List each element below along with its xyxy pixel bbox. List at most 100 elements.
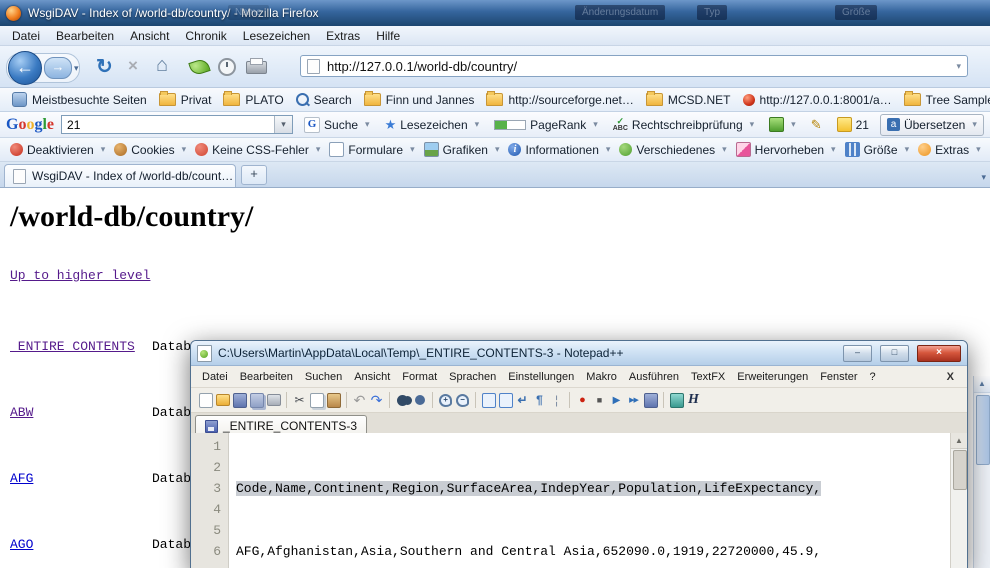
redo-icon[interactable]: ↷ <box>368 392 385 408</box>
webdev-quelltext[interactable]: Quellte <box>986 142 990 157</box>
stop-button[interactable]: × <box>128 56 138 76</box>
page-scrollbar[interactable]: ▲ <box>973 376 990 568</box>
list-tabs-icon[interactable]: ▾ <box>981 172 986 183</box>
clock-icon[interactable] <box>218 58 236 76</box>
bookmark-plato[interactable]: PLATO <box>217 91 289 109</box>
google-search-dropdown-icon[interactable]: ▾ <box>274 116 292 133</box>
menu-bearbeiten[interactable]: Bearbeiten <box>48 29 122 43</box>
word-wrap-icon[interactable]: ↵ <box>514 392 531 408</box>
highlight-counter[interactable]: 21 <box>833 116 873 133</box>
webdev-formulare[interactable]: Formulare <box>325 142 418 157</box>
save-macro-icon[interactable] <box>642 392 659 408</box>
google-bookmarks-button[interactable]: ★Lesezeichen <box>381 116 484 134</box>
np-menu-sprachen[interactable]: Sprachen <box>443 371 502 383</box>
bookmark-privat[interactable]: Privat <box>153 91 218 109</box>
notepad-scrollbar[interactable]: ▲ <box>950 433 967 568</box>
home-button[interactable]: ⌂ <box>156 54 168 77</box>
back-button[interactable]: ← <box>8 51 42 85</box>
print-icon[interactable] <box>265 392 282 408</box>
up-to-higher-level-link[interactable]: Up to higher level <box>10 268 150 283</box>
scroll-up-icon[interactable]: ▲ <box>974 376 990 393</box>
webdev-css[interactable]: Keine CSS-Fehler <box>191 143 324 157</box>
reload-button[interactable]: ↻ <box>96 54 113 79</box>
np-menu-makro[interactable]: Makro <box>580 371 623 383</box>
webdev-informationen[interactable]: iInformationen <box>504 143 614 157</box>
undo-icon[interactable]: ↶ <box>351 392 368 408</box>
new-file-icon[interactable] <box>197 392 214 408</box>
menu-lesezeichen[interactable]: Lesezeichen <box>235 29 318 43</box>
new-tab-button[interactable]: + <box>241 165 267 185</box>
menu-datei[interactable]: Datei <box>4 29 48 43</box>
scrollbar-thumb[interactable] <box>953 450 967 490</box>
save-all-icon[interactable] <box>248 392 265 408</box>
record-link-ago[interactable]: AGO <box>10 537 33 552</box>
menu-ansicht[interactable]: Ansicht <box>122 29 177 43</box>
minimize-button[interactable]: ‒ <box>843 345 872 362</box>
greasemonkey-leaf-icon[interactable] <box>188 57 210 76</box>
notepad-titlebar[interactable]: C:\Users\Martin\AppData\Local\Temp\_ENTI… <box>191 341 967 366</box>
menu-chronik[interactable]: Chronik <box>177 29 234 43</box>
sync-view-2-icon[interactable] <box>497 392 514 408</box>
record-link-afg[interactable]: AFG <box>10 471 33 486</box>
np-close-document-icon[interactable]: X <box>939 371 962 383</box>
webdev-verschiedenes[interactable]: Verschiedenes <box>615 143 730 157</box>
open-folder-icon[interactable] <box>214 392 231 408</box>
np-menu-erweiterungen[interactable]: Erweiterungen <box>731 371 814 383</box>
cut-icon[interactable]: ✂ <box>291 392 308 408</box>
url-dropdown-icon[interactable]: ▾ <box>956 61 961 72</box>
google-search-box[interactable]: 21 ▾ <box>61 115 293 134</box>
history-dropdown-icon[interactable]: ▾ <box>74 63 79 74</box>
play-macro-icon[interactable]: ▶ <box>608 392 625 408</box>
webdev-hervorheben[interactable]: Hervorheben <box>732 142 840 157</box>
bookmark-sourceforge[interactable]: http://sourceforge.net… <box>480 91 639 109</box>
webdev-extras[interactable]: Extras <box>914 143 985 157</box>
bookmark-tree-samples[interactable]: Tree Samples <box>898 91 990 109</box>
np-menu-einstellungen[interactable]: Einstellungen <box>502 371 580 383</box>
np-menu-ausfuehren[interactable]: Ausführen <box>623 371 685 383</box>
run-macro-multiple-icon[interactable]: ▶▶ <box>625 392 642 408</box>
send-to-button[interactable] <box>765 116 800 133</box>
notepad-editor[interactable]: 1 2 3 4 5 6 Code,Name,Continent,Region,S… <box>191 433 967 568</box>
indent-guide-icon[interactable]: ¦ <box>548 392 565 408</box>
sync-view-icon[interactable] <box>480 392 497 408</box>
save-icon[interactable] <box>231 392 248 408</box>
close-button[interactable]: × <box>917 345 961 362</box>
firefox-titlebar[interactable]: WsgiDAV - Index of /world-db/country/ - … <box>0 0 990 26</box>
url-text[interactable]: http://127.0.0.1/world-db/country/ <box>327 59 956 74</box>
show-symbols-icon[interactable]: ¶ <box>531 392 548 408</box>
bookmark-meistbesuchte[interactable]: Meistbesuchte Seiten <box>6 90 153 109</box>
webdev-cookies[interactable]: Cookies <box>110 143 190 157</box>
np-menu-fenster[interactable]: Fenster <box>814 371 863 383</box>
menu-extras[interactable]: Extras <box>318 29 368 43</box>
forward-button[interactable]: → <box>44 57 72 79</box>
webdev-groesse[interactable]: Größe <box>841 142 914 157</box>
webdev-grafiken[interactable]: Grafiken <box>420 142 504 157</box>
np-menu-suchen[interactable]: Suchen <box>299 371 348 383</box>
bookmark-localhost-8001[interactable]: http://127.0.0.1:8001/a… <box>737 91 898 109</box>
bookmark-finn-und-jannes[interactable]: Finn und Jannes <box>358 91 481 109</box>
zoom-in-icon[interactable]: + <box>437 392 454 408</box>
stop-macro-icon[interactable]: ■ <box>591 392 608 408</box>
google-search-value[interactable]: 21 <box>62 118 274 132</box>
google-search-button[interactable]: GSuche <box>300 116 374 134</box>
np-menu-help[interactable]: ? <box>863 371 881 383</box>
scroll-up-icon[interactable]: ▲ <box>951 433 967 449</box>
spellcheck-button[interactable]: ✓ABCRechtschreibprüfung <box>609 117 758 133</box>
menu-hilfe[interactable]: Hilfe <box>368 29 408 43</box>
np-menu-textfx[interactable]: TextFX <box>685 371 731 383</box>
printer-icon[interactable] <box>246 61 267 74</box>
np-menu-ansicht[interactable]: Ansicht <box>348 371 396 383</box>
entire-contents-link[interactable]: ENTIRE CONTENTS <box>10 339 135 354</box>
find-icon[interactable] <box>394 392 411 408</box>
webdev-deaktivieren[interactable]: Deaktivieren <box>6 143 109 157</box>
record-macro-icon[interactable]: ● <box>574 392 591 408</box>
paste-icon[interactable] <box>325 392 342 408</box>
np-menu-format[interactable]: Format <box>396 371 443 383</box>
zoom-out-icon[interactable]: − <box>454 392 471 408</box>
html-preview-icon[interactable]: H <box>685 392 702 408</box>
scrollbar-thumb[interactable] <box>976 395 990 465</box>
pagerank-widget[interactable]: PageRank <box>490 117 602 133</box>
replace-icon[interactable] <box>411 392 428 408</box>
translate-button[interactable]: aÜbersetzen <box>880 114 984 136</box>
tab-wsgidav[interactable]: WsgiDAV - Index of /world-db/count… <box>4 164 236 187</box>
